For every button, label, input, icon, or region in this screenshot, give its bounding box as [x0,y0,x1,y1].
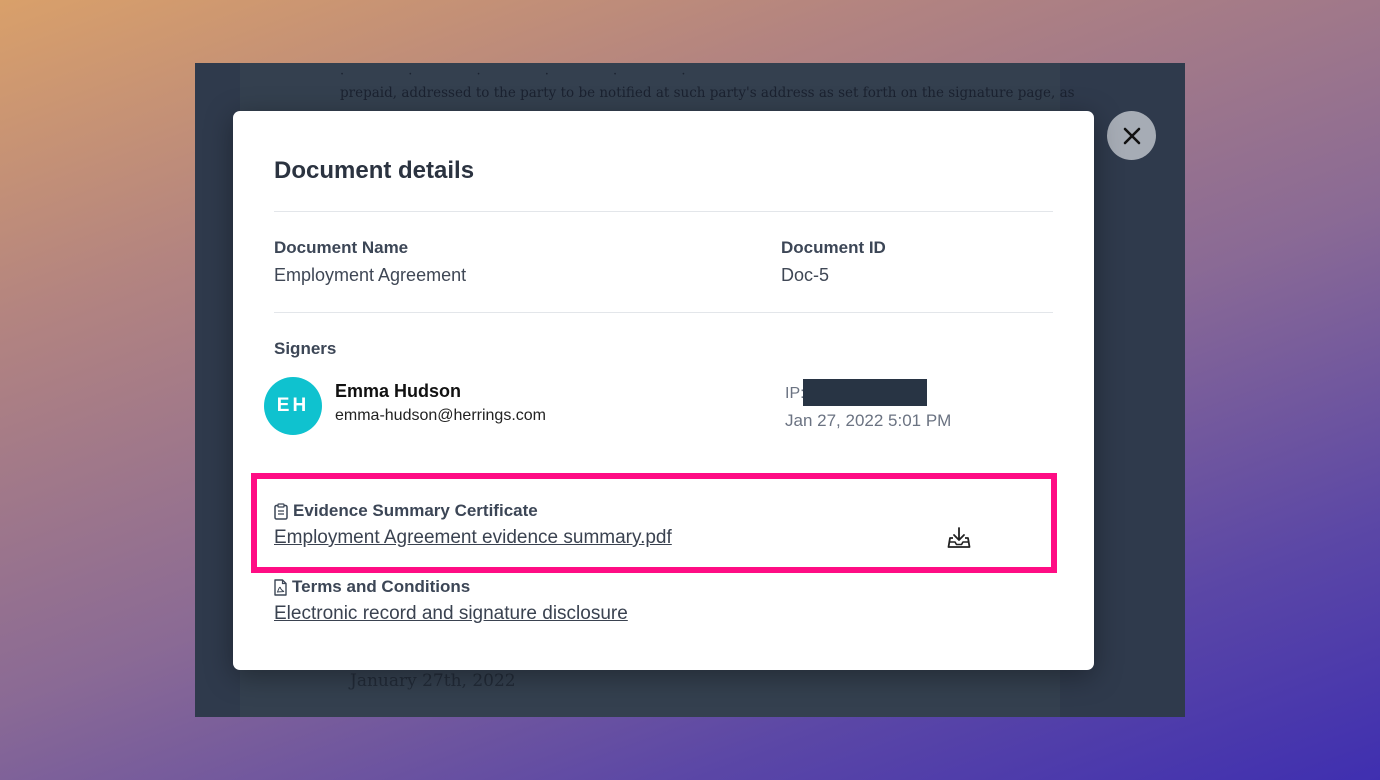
modal-title: Document details [274,157,475,184]
ip-label: IP: [785,385,805,402]
signers-label: Signers [274,339,337,358]
highlight-annotation [251,473,1057,573]
download-button[interactable] [946,525,972,551]
disclosure-link[interactable]: Electronic record and signature disclosu… [274,603,628,625]
evidence-summary-link[interactable]: Employment Agreement evidence summary.pd… [274,527,672,549]
document-id-value: Doc-5 [781,265,830,285]
signer-email: emma-hudson@herrings.com [335,407,546,424]
background-document-top-line: · · · · · · [340,67,716,82]
close-button[interactable] [1107,111,1156,160]
background-document-date: January 27th, 2022 [350,671,516,691]
clipboard-icon [274,502,288,520]
avatar: EH [264,377,322,435]
signer-name: Emma Hudson [335,381,462,401]
divider [274,312,1053,313]
download-tray-icon [947,527,971,548]
evidence-certificate-title: Evidence Summary Certificate [293,501,538,520]
document-name-label: Document Name [274,238,409,257]
document-id-label: Document ID [781,238,886,257]
close-icon [1123,127,1140,144]
terms-conditions-title: Terms and Conditions [292,577,471,596]
evidence-certificate-header: Evidence Summary Certificate [274,501,538,521]
background-document-text: prepaid, addressed to the party to be no… [340,85,1075,101]
document-name-value: Employment Agreement [274,265,467,285]
document-details-modal: Document details Document Name Employmen… [233,111,1094,670]
ip-redaction-block [803,379,927,406]
pdf-file-icon [274,578,287,596]
signed-timestamp: Jan 27, 2022 5:01 PM [785,411,952,430]
terms-conditions-header: Terms and Conditions [274,577,470,597]
divider [274,211,1053,212]
